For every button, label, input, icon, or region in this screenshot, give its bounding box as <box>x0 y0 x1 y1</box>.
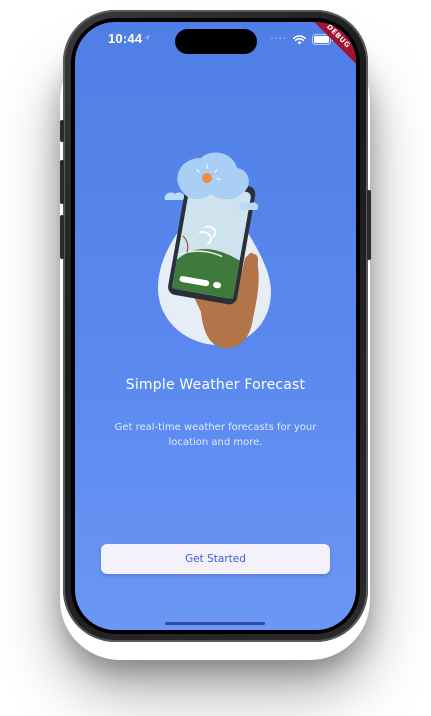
dynamic-island <box>175 29 257 54</box>
mute-switch <box>60 120 64 142</box>
status-indicators: ···· <box>270 34 334 45</box>
device-mockup-stage: 10:44 ···· DEBUG Simple Weather Forecast… <box>0 0 431 716</box>
power-button <box>367 190 371 260</box>
status-time: 10:44 <box>108 31 143 46</box>
volume-down-button <box>60 215 64 259</box>
wifi-icon <box>293 34 306 44</box>
location-arrow-icon <box>143 34 151 42</box>
get-started-button[interactable]: Get Started <box>101 544 330 574</box>
onboarding-subtitle: Get real-time weather forecasts for your… <box>114 422 317 448</box>
onboarding-title: Simple Weather Forecast <box>125 377 306 393</box>
weather-phone-hand-illustration <box>158 152 271 349</box>
debug-banner: DEBUG <box>305 22 356 70</box>
phone-frame: 10:44 ···· DEBUG Simple Weather Forecast… <box>60 10 371 642</box>
cellular-signal-icon: ···· <box>270 34 287 45</box>
app-screen: 10:44 ···· DEBUG Simple Weather Forecast… <box>75 22 356 630</box>
get-started-label: Get Started <box>185 553 246 565</box>
volume-up-button <box>60 160 64 204</box>
home-indicator[interactable] <box>165 622 265 625</box>
